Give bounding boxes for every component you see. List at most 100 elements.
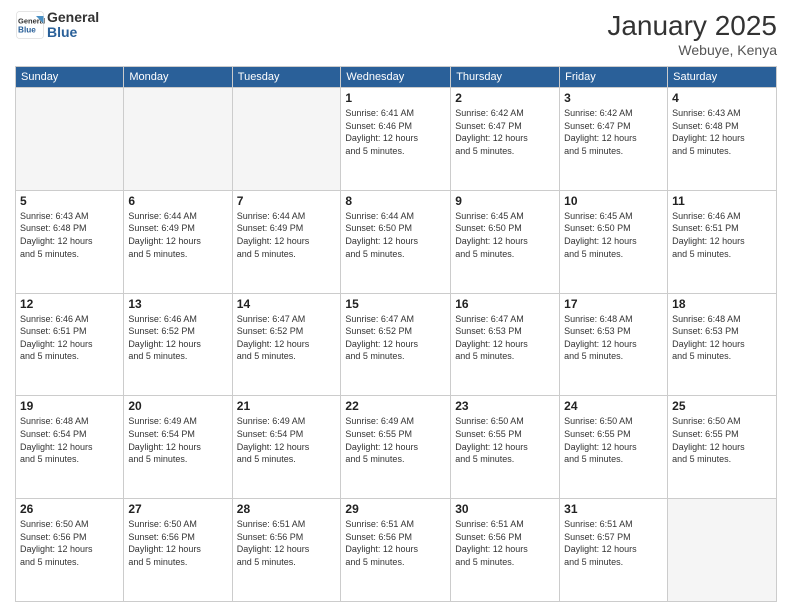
day-number: 18 bbox=[672, 297, 772, 311]
day-info: Sunrise: 6:44 AM Sunset: 6:50 PM Dayligh… bbox=[345, 210, 446, 260]
day-info: Sunrise: 6:47 AM Sunset: 6:53 PM Dayligh… bbox=[455, 313, 555, 363]
day-number: 10 bbox=[564, 194, 663, 208]
day-number: 6 bbox=[128, 194, 227, 208]
day-info: Sunrise: 6:50 AM Sunset: 6:55 PM Dayligh… bbox=[564, 415, 663, 465]
calendar-cell: 8 Sunrise: 6:44 AM Sunset: 6:50 PM Daylig… bbox=[341, 190, 451, 293]
calendar-header: SundayMondayTuesdayWednesdayThursdayFrid… bbox=[16, 67, 777, 88]
day-number: 1 bbox=[345, 91, 446, 105]
day-number: 12 bbox=[20, 297, 119, 311]
day-info: Sunrise: 6:45 AM Sunset: 6:50 PM Dayligh… bbox=[455, 210, 555, 260]
calendar-cell: 10Sunrise: 6:45 AM Sunset: 6:50 PM Dayli… bbox=[560, 190, 668, 293]
weekday-header-tuesday: Tuesday bbox=[232, 67, 341, 88]
day-info: Sunrise: 6:50 AM Sunset: 6:56 PM Dayligh… bbox=[128, 518, 227, 568]
calendar-cell: 6 Sunrise: 6:44 AM Sunset: 6:49 PM Daylig… bbox=[124, 190, 232, 293]
day-info: Sunrise: 6:48 AM Sunset: 6:53 PM Dayligh… bbox=[564, 313, 663, 363]
calendar-cell: 19Sunrise: 6:48 AM Sunset: 6:54 PM Dayli… bbox=[16, 396, 124, 499]
day-info: Sunrise: 6:51 AM Sunset: 6:57 PM Dayligh… bbox=[564, 518, 663, 568]
day-info: Sunrise: 6:51 AM Sunset: 6:56 PM Dayligh… bbox=[237, 518, 337, 568]
day-info: Sunrise: 6:49 AM Sunset: 6:54 PM Dayligh… bbox=[237, 415, 337, 465]
day-number: 11 bbox=[672, 194, 772, 208]
weekday-header-sunday: Sunday bbox=[16, 67, 124, 88]
logo-line2: Blue bbox=[47, 25, 99, 40]
day-number: 16 bbox=[455, 297, 555, 311]
logo: General Blue General Blue bbox=[15, 10, 99, 41]
calendar-cell: 21 Sunrise: 6:49 AM Sunset: 6:54 PM Dayli… bbox=[232, 396, 341, 499]
calendar-cell: 5 Sunrise: 6:43 AM Sunset: 6:48 PM Daylig… bbox=[16, 190, 124, 293]
calendar-cell: 16 Sunrise: 6:47 AM Sunset: 6:53 PM Dayli… bbox=[451, 293, 560, 396]
day-number: 23 bbox=[455, 399, 555, 413]
calendar-cell: 27 Sunrise: 6:50 AM Sunset: 6:56 PM Dayli… bbox=[124, 499, 232, 602]
day-number: 17 bbox=[564, 297, 663, 311]
day-number: 24 bbox=[564, 399, 663, 413]
day-info: Sunrise: 6:48 AM Sunset: 6:54 PM Dayligh… bbox=[20, 415, 119, 465]
week-row-0: 1Sunrise: 6:41 AM Sunset: 6:46 PM Daylig… bbox=[16, 88, 777, 191]
day-info: Sunrise: 6:51 AM Sunset: 6:56 PM Dayligh… bbox=[455, 518, 555, 568]
week-row-3: 19Sunrise: 6:48 AM Sunset: 6:54 PM Dayli… bbox=[16, 396, 777, 499]
day-info: Sunrise: 6:47 AM Sunset: 6:52 PM Dayligh… bbox=[237, 313, 337, 363]
calendar-cell: 4 Sunrise: 6:43 AM Sunset: 6:48 PM Daylig… bbox=[668, 88, 777, 191]
calendar-cell: 29 Sunrise: 6:51 AM Sunset: 6:56 PM Dayli… bbox=[341, 499, 451, 602]
day-number: 15 bbox=[345, 297, 446, 311]
day-number: 4 bbox=[672, 91, 772, 105]
calendar-cell: 26 Sunrise: 6:50 AM Sunset: 6:56 PM Dayli… bbox=[16, 499, 124, 602]
weekday-header-saturday: Saturday bbox=[668, 67, 777, 88]
logo-icon: General Blue bbox=[15, 10, 45, 40]
day-info: Sunrise: 6:50 AM Sunset: 6:56 PM Dayligh… bbox=[20, 518, 119, 568]
calendar-cell: 25 Sunrise: 6:50 AM Sunset: 6:55 PM Dayli… bbox=[668, 396, 777, 499]
calendar-cell: 13Sunrise: 6:46 AM Sunset: 6:52 PM Dayli… bbox=[124, 293, 232, 396]
calendar-cell: 31Sunrise: 6:51 AM Sunset: 6:57 PM Dayli… bbox=[560, 499, 668, 602]
day-number: 21 bbox=[237, 399, 337, 413]
day-number: 30 bbox=[455, 502, 555, 516]
day-info: Sunrise: 6:46 AM Sunset: 6:51 PM Dayligh… bbox=[672, 210, 772, 260]
day-info: Sunrise: 6:44 AM Sunset: 6:49 PM Dayligh… bbox=[128, 210, 227, 260]
day-info: Sunrise: 6:46 AM Sunset: 6:51 PM Dayligh… bbox=[20, 313, 119, 363]
day-number: 27 bbox=[128, 502, 227, 516]
calendar-cell: 15 Sunrise: 6:47 AM Sunset: 6:52 PM Dayli… bbox=[341, 293, 451, 396]
weekday-header-monday: Monday bbox=[124, 67, 232, 88]
week-row-2: 12 Sunrise: 6:46 AM Sunset: 6:51 PM Dayli… bbox=[16, 293, 777, 396]
day-info: Sunrise: 6:49 AM Sunset: 6:55 PM Dayligh… bbox=[345, 415, 446, 465]
calendar-cell: 20Sunrise: 6:49 AM Sunset: 6:54 PM Dayli… bbox=[124, 396, 232, 499]
location-title: Webuye, Kenya bbox=[607, 42, 777, 58]
header: General Blue General Blue January 2025 W… bbox=[15, 10, 777, 58]
day-info: Sunrise: 6:48 AM Sunset: 6:53 PM Dayligh… bbox=[672, 313, 772, 363]
day-info: Sunrise: 6:42 AM Sunset: 6:47 PM Dayligh… bbox=[564, 107, 663, 157]
day-number: 9 bbox=[455, 194, 555, 208]
day-number: 26 bbox=[20, 502, 119, 516]
day-number: 29 bbox=[345, 502, 446, 516]
logo-text: General Blue bbox=[47, 10, 99, 41]
calendar-cell: 3 Sunrise: 6:42 AM Sunset: 6:47 PM Daylig… bbox=[560, 88, 668, 191]
week-row-4: 26 Sunrise: 6:50 AM Sunset: 6:56 PM Dayli… bbox=[16, 499, 777, 602]
day-info: Sunrise: 6:47 AM Sunset: 6:52 PM Dayligh… bbox=[345, 313, 446, 363]
day-number: 7 bbox=[237, 194, 337, 208]
day-number: 22 bbox=[345, 399, 446, 413]
day-info: Sunrise: 6:43 AM Sunset: 6:48 PM Dayligh… bbox=[672, 107, 772, 157]
calendar-cell: 28Sunrise: 6:51 AM Sunset: 6:56 PM Dayli… bbox=[232, 499, 341, 602]
calendar-table: SundayMondayTuesdayWednesdayThursdayFrid… bbox=[15, 66, 777, 602]
day-info: Sunrise: 6:51 AM Sunset: 6:56 PM Dayligh… bbox=[345, 518, 446, 568]
calendar-cell: 1Sunrise: 6:41 AM Sunset: 6:46 PM Daylig… bbox=[341, 88, 451, 191]
calendar-cell: 24 Sunrise: 6:50 AM Sunset: 6:55 PM Dayli… bbox=[560, 396, 668, 499]
day-number: 20 bbox=[128, 399, 227, 413]
calendar-cell bbox=[232, 88, 341, 191]
day-number: 14 bbox=[237, 297, 337, 311]
day-info: Sunrise: 6:46 AM Sunset: 6:52 PM Dayligh… bbox=[128, 313, 227, 363]
day-number: 8 bbox=[345, 194, 446, 208]
day-number: 5 bbox=[20, 194, 119, 208]
day-info: Sunrise: 6:50 AM Sunset: 6:55 PM Dayligh… bbox=[672, 415, 772, 465]
calendar-cell: 17 Sunrise: 6:48 AM Sunset: 6:53 PM Dayli… bbox=[560, 293, 668, 396]
weekday-row: SundayMondayTuesdayWednesdayThursdayFrid… bbox=[16, 67, 777, 88]
week-row-1: 5 Sunrise: 6:43 AM Sunset: 6:48 PM Daylig… bbox=[16, 190, 777, 293]
day-number: 3 bbox=[564, 91, 663, 105]
day-number: 25 bbox=[672, 399, 772, 413]
calendar-cell: 2Sunrise: 6:42 AM Sunset: 6:47 PM Daylig… bbox=[451, 88, 560, 191]
month-title: January 2025 bbox=[607, 10, 777, 42]
weekday-header-friday: Friday bbox=[560, 67, 668, 88]
weekday-header-wednesday: Wednesday bbox=[341, 67, 451, 88]
day-number: 2 bbox=[455, 91, 555, 105]
calendar-cell bbox=[124, 88, 232, 191]
calendar-cell: 14 Sunrise: 6:47 AM Sunset: 6:52 PM Dayli… bbox=[232, 293, 341, 396]
day-info: Sunrise: 6:43 AM Sunset: 6:48 PM Dayligh… bbox=[20, 210, 119, 260]
calendar-cell bbox=[16, 88, 124, 191]
day-info: Sunrise: 6:50 AM Sunset: 6:55 PM Dayligh… bbox=[455, 415, 555, 465]
